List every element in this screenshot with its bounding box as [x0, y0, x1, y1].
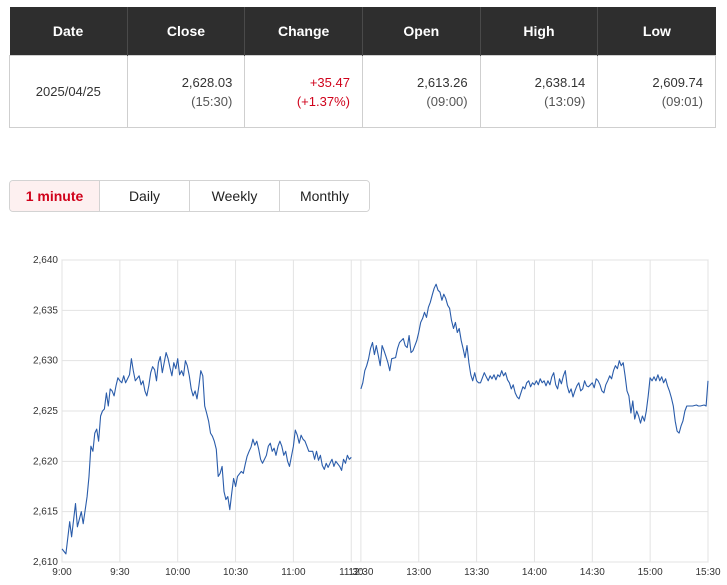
header-close: Close — [127, 7, 246, 56]
x-tick-label: 10:30 — [223, 567, 248, 578]
period-tabs: 1 minute Daily Weekly Monthly — [9, 180, 370, 212]
quote-data-row: 2025/04/25 2,628.03 (15:30) +35.47 (+1.3… — [9, 55, 716, 128]
y-tick-label: 2,620 — [33, 456, 58, 467]
x-tick-label: 12:30 — [348, 567, 373, 578]
close-time: (15:30) — [191, 93, 233, 109]
y-tick-label: 2,630 — [33, 356, 58, 367]
close-value: 2,628.03 — [181, 74, 233, 90]
quote-header-row: Date Close Change Open High Low — [9, 7, 716, 56]
change-cell: +35.47 (+1.37%) — [244, 55, 363, 128]
high-time: (13:09) — [544, 93, 586, 109]
chart-series — [61, 283, 709, 555]
x-tick-label: 10:00 — [165, 567, 190, 578]
low-time: (09:01) — [661, 93, 703, 109]
high-cell: 2,638.14 (13:09) — [479, 55, 599, 128]
header-open: Open — [362, 7, 481, 56]
x-tick-label: 14:30 — [580, 567, 605, 578]
x-tick-label: 11:00 — [281, 567, 306, 578]
open-time: (09:00) — [426, 93, 468, 109]
low-value: 2,609.74 — [652, 74, 703, 90]
x-tick-label: 13:30 — [464, 567, 489, 578]
x-tick-label: 15:30 — [695, 567, 720, 578]
x-tick-label: 14:00 — [522, 567, 547, 578]
header-low: Low — [597, 7, 716, 56]
quote-summary-table: Date Close Change Open High Low 2025/04/… — [9, 7, 716, 128]
chart-tick-labels: 2,6102,6152,6202,6252,6302,6352,6409:00 9… — [33, 255, 721, 578]
change-value: +35.47 — [309, 74, 350, 90]
y-tick-label: 2,625 — [33, 406, 58, 417]
open-cell: 2,613.26 (09:00) — [361, 55, 481, 128]
header-change: Change — [244, 7, 363, 56]
header-date: Date — [9, 7, 128, 56]
close-cell: 2,628.03 (15:30) — [126, 55, 246, 128]
header-high: High — [480, 7, 599, 56]
chart-grid — [61, 259, 709, 563]
x-tick-label: 13:00 — [406, 567, 431, 578]
y-tick-label: 2,635 — [33, 305, 58, 316]
tab-monthly[interactable]: Monthly — [280, 181, 369, 211]
price-line-segment — [61, 352, 352, 555]
open-value: 2,613.26 — [417, 74, 468, 90]
high-value: 2,638.14 — [534, 74, 586, 90]
x-tick-label: 9:30 — [110, 567, 130, 578]
y-tick-label: 2,615 — [33, 507, 58, 518]
tab-daily[interactable]: Daily — [100, 181, 190, 211]
date-value: 2025/04/25 — [9, 55, 128, 128]
x-tick-label: 15:00 — [638, 567, 663, 578]
y-tick-label: 2,640 — [33, 255, 58, 266]
intraday-line-chart: 2,6102,6152,6202,6252,6302,6352,6409:00 9… — [33, 255, 721, 578]
x-tick-label: 9:00 — [52, 567, 72, 578]
tab-1-minute[interactable]: 1 minute — [10, 181, 100, 211]
low-cell: 2,609.74 (09:01) — [597, 55, 716, 128]
change-percent: (+1.37%) — [296, 93, 350, 109]
tab-weekly[interactable]: Weekly — [190, 181, 280, 211]
